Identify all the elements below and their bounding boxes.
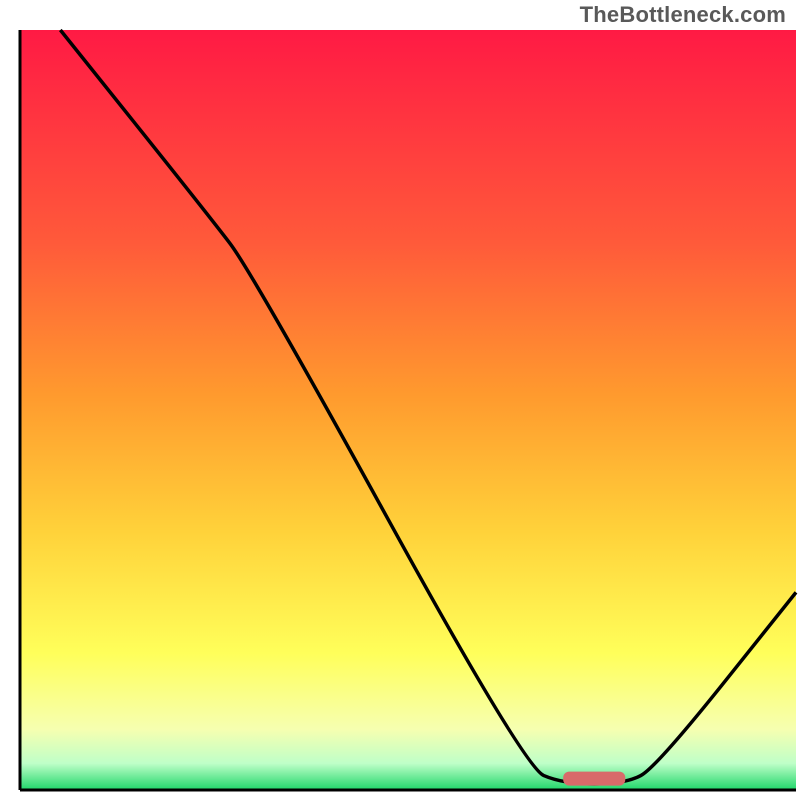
chart-gradient-background [20, 30, 796, 790]
optimum-marker [563, 772, 625, 786]
bottleneck-chart [0, 0, 800, 800]
